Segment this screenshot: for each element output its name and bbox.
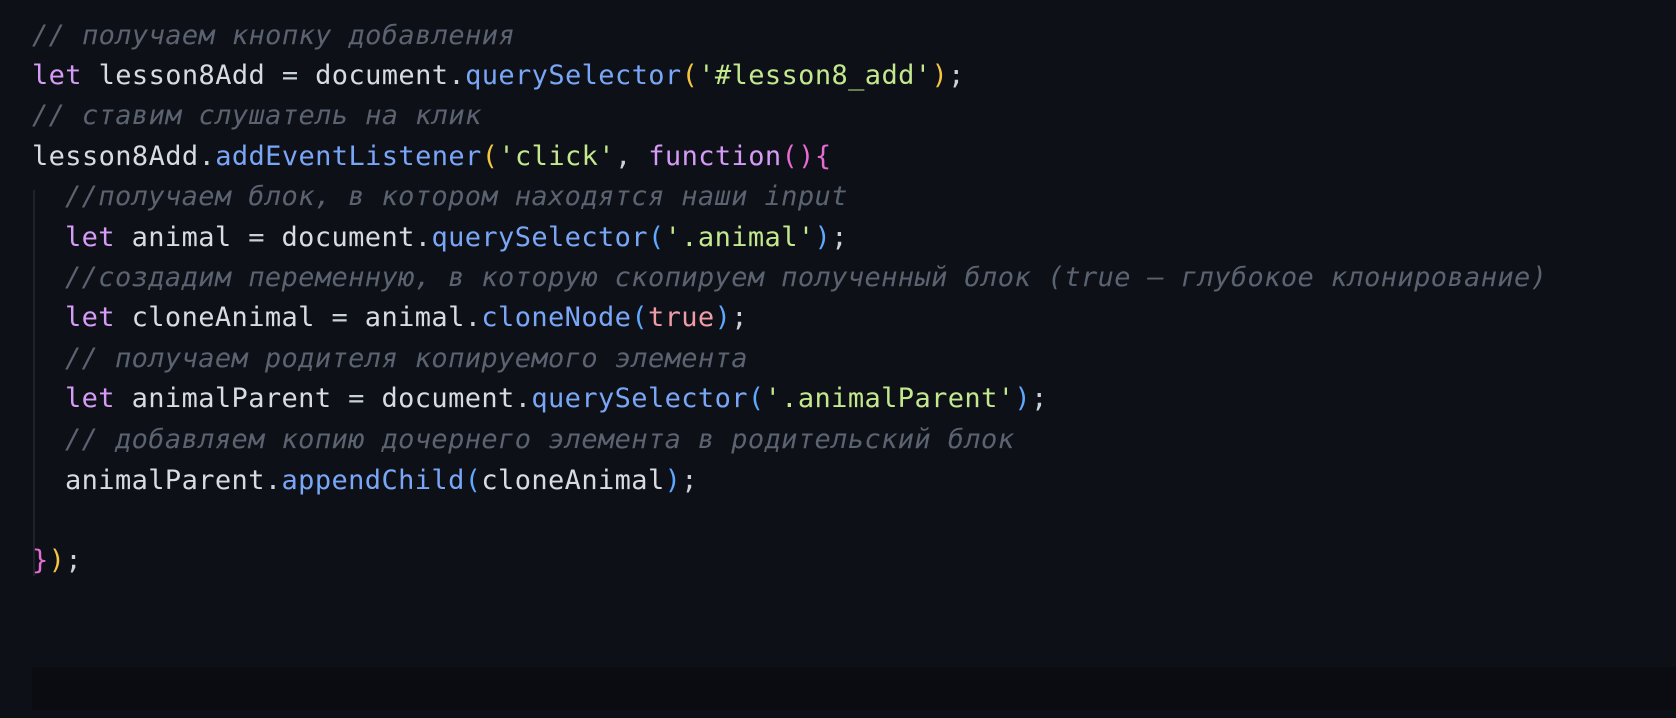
code-line[interactable]: animalParent.appendChild(cloneAnimal); [65,463,698,499]
code-token: ; [1031,383,1048,414]
code-token: , [614,141,649,172]
code-token: 'click' [498,141,615,172]
code-line[interactable]: // получаем кнопку добавления [32,18,515,54]
code-token: } [32,545,49,576]
code-token: ( [631,302,648,333]
code-token: ) [814,222,832,253]
code-token: addEventListener [215,141,482,172]
code-token: querySelector [465,60,682,91]
code-token: ( [481,141,499,172]
code-token: let [65,222,115,253]
code-token: lesson8Add [81,60,282,91]
code-token: document [264,222,415,253]
code-token: ) [714,302,732,333]
code-token: ( [647,222,665,253]
code-token: ( [747,383,765,414]
code-token: querySelector [431,222,648,253]
code-token: let [65,383,115,414]
code-token: querySelector [531,383,748,414]
code-token: ) [931,60,949,91]
code-line[interactable]: // ставим слушатель на клик [32,98,482,134]
code-token: true [647,302,715,333]
code-token: = [331,302,349,333]
code-editor[interactable]: // получаем кнопку добавления let lesson8… [0,0,1676,718]
code-line[interactable]: // получаем родителя копируемого элемент… [65,341,748,377]
code-token: . [448,60,466,91]
code-token: document [298,60,449,91]
code-token: = [348,383,365,414]
code-token: . [514,383,532,414]
code-token: //создадим переменную, в которую скопиру… [65,262,1548,293]
code-line[interactable]: // добавляем копию дочернего элемента в … [65,422,1014,458]
code-line[interactable]: let lesson8Add = document.querySelector(… [32,58,965,94]
editor-bottom-panel [32,667,1676,710]
code-token: () [781,141,815,172]
code-token: let [32,60,82,91]
code-token: ; [948,60,965,91]
code-line[interactable]: let cloneAnimal = animal.cloneNode(true)… [65,300,748,336]
code-token: . [264,465,282,496]
indent-guide [33,190,35,576]
code-token: '.animal' [664,222,815,253]
code-line[interactable]: }); [32,543,82,579]
code-token: // ставим слушатель на клик [32,100,482,131]
code-token: ( [681,60,699,91]
code-token: cloneAnimal [114,302,332,333]
code-token: ) [48,545,66,576]
code-token: //получаем блок, в котором находятся наш… [65,181,848,212]
code-token: . [464,302,482,333]
code-token: ; [65,545,82,576]
code-token: ; [681,465,698,496]
code-token: // получаем кнопку добавления [32,20,516,51]
code-token: function [648,141,782,172]
code-token: animalParent [65,465,265,496]
code-token: = [248,222,265,253]
code-token: ( [464,465,482,496]
code-token: // получаем родителя копируемого элемент… [65,343,748,374]
code-token: let [65,302,115,333]
code-token: animal [114,222,249,253]
code-line[interactable]: //создадим переменную, в которую скопиру… [65,260,1547,296]
code-token: . [414,222,432,253]
code-token: // добавляем копию дочернего элемента в … [65,424,1015,455]
code-token: '.animalParent' [764,383,1015,414]
code-token: '#lesson8_add' [698,60,932,91]
code-line[interactable]: //получаем блок, в котором находятся наш… [65,179,848,215]
code-token: { [814,141,832,172]
code-token: animalParent [114,383,349,414]
code-token: ) [664,465,682,496]
code-token: appendChild [281,465,465,496]
code-token: ; [831,222,848,253]
code-token: ) [1014,383,1032,414]
code-line[interactable]: lesson8Add.addEventListener('click', fun… [32,139,832,175]
code-token: . [198,141,216,172]
code-token: animal [348,302,465,333]
code-line[interactable]: let animal = document.querySelector('.an… [65,220,848,256]
code-token: cloneAnimal [481,465,665,496]
code-token: = [281,60,299,91]
code-line[interactable]: let animalParent = document.querySelecto… [65,381,1048,417]
code-token: lesson8Add [32,141,199,172]
code-token: cloneNode [481,302,632,333]
code-token: document [364,383,515,414]
code-token: ; [731,302,748,333]
